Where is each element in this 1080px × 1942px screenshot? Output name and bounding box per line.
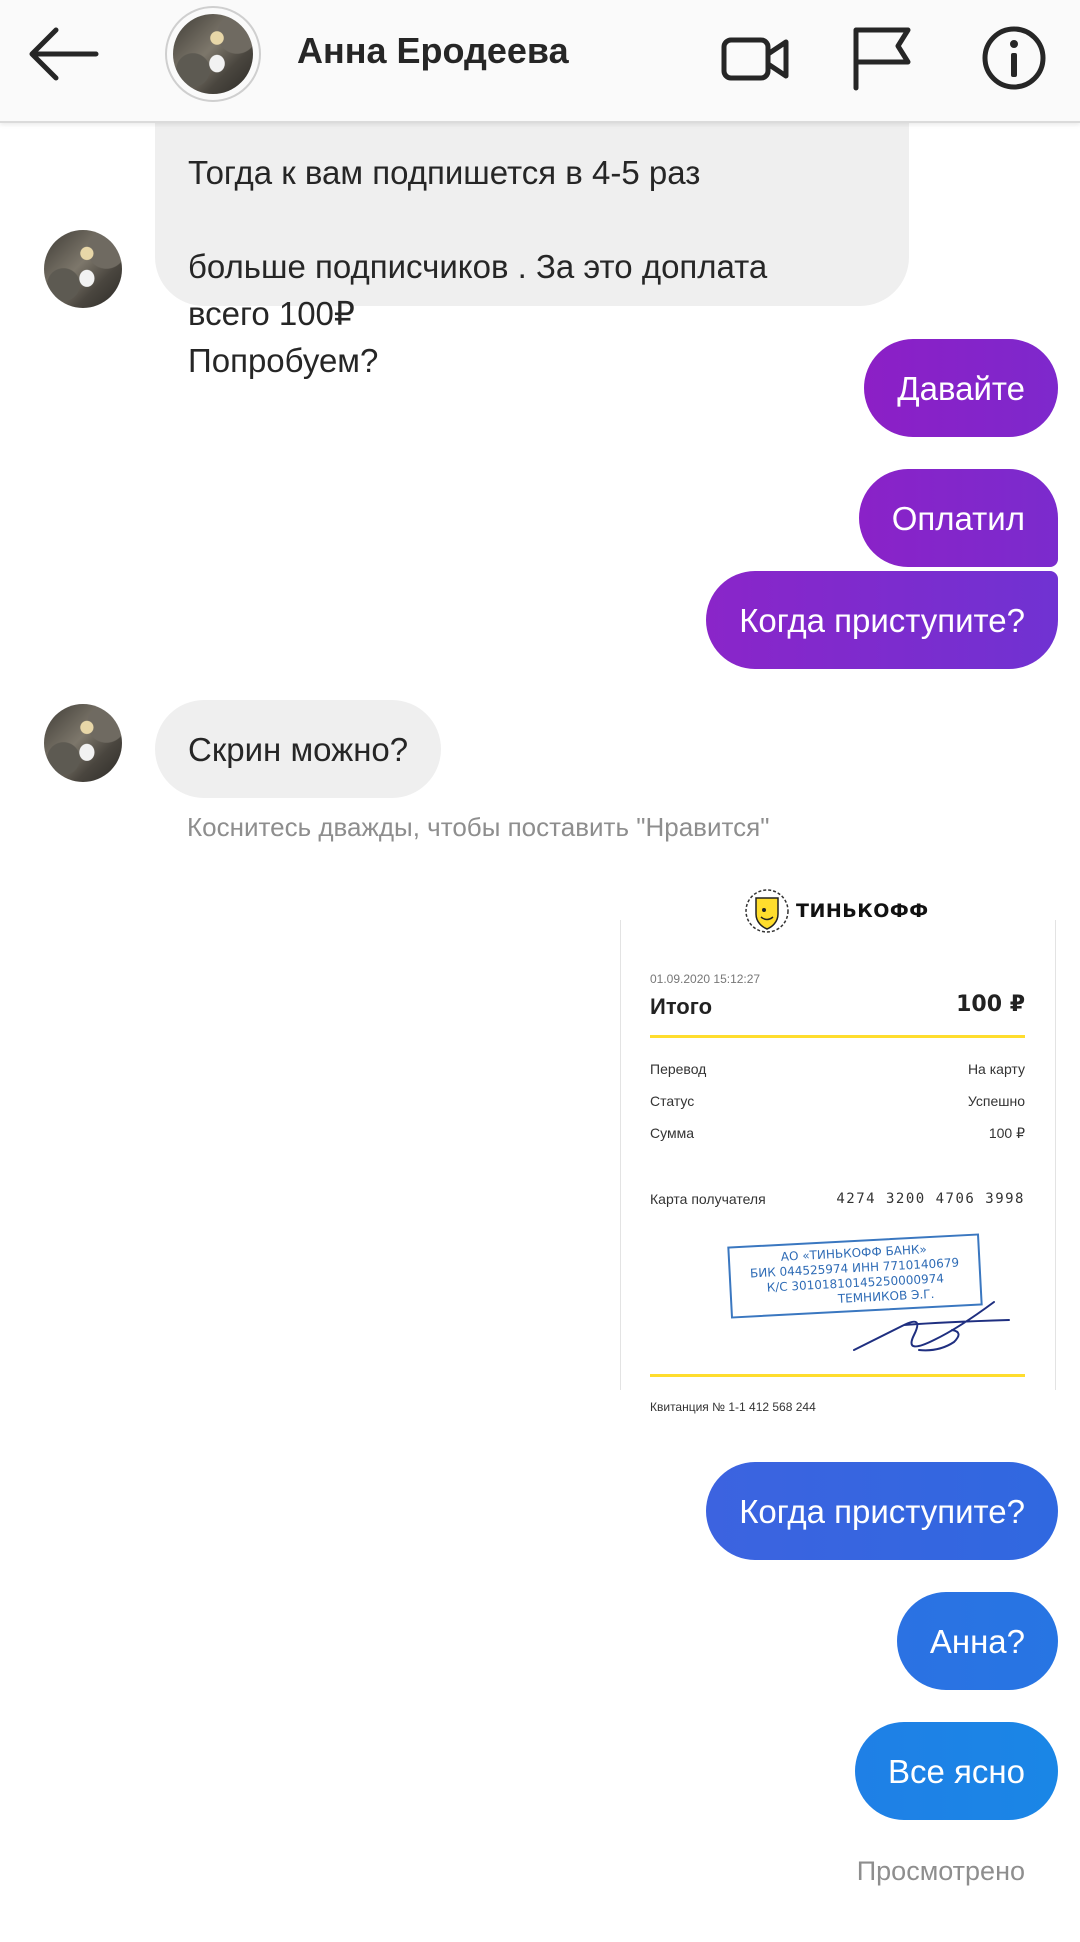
flag-icon[interactable] [846, 22, 918, 94]
seen-status: Просмотрено [856, 1856, 1025, 1886]
outgoing-message-text: Все ясно [888, 1752, 1025, 1790]
chat-header: Анна Еродеева [0, 0, 1080, 123]
receipt-row-value: 100 ₽ [988, 1125, 1025, 1141]
receipt-divider [650, 1035, 1025, 1038]
receipt-number: Квитанция № 1-1 412 568 244 [650, 1400, 816, 1414]
incoming-message-text: больше подписчиков . За это доплата всег… [188, 248, 768, 379]
receipt-row-label: Статус [650, 1093, 695, 1109]
avatar-photo [173, 14, 253, 94]
handwritten-signature [853, 1301, 1010, 1352]
outgoing-message[interactable]: Давайте [864, 339, 1058, 437]
receipt-divider [650, 1374, 1025, 1377]
receipt-row-label: Сумма [650, 1125, 694, 1141]
sender-avatar[interactable] [44, 704, 122, 782]
incoming-message-partial-line: Тогда к вам подпишется в 4-5 раз [188, 154, 701, 191]
outgoing-message[interactable]: Оплатил [858, 469, 1058, 567]
receipt-card-label: Карта получателя [650, 1191, 766, 1207]
outgoing-message[interactable]: Все ясно [855, 1722, 1058, 1820]
receipt-row-label: Перевод [650, 1061, 707, 1077]
outgoing-message-text: Когда приступите? [739, 1492, 1025, 1530]
tinkoff-shield-icon [745, 889, 789, 933]
sender-avatar[interactable] [44, 230, 122, 308]
outgoing-message-text: Оплатил [891, 499, 1025, 537]
outgoing-message-text: Давайте [897, 369, 1025, 407]
double-tap-like-hint: Коснитесь дважды, чтобы поставить "Нрави… [187, 812, 770, 842]
payment-receipt-image[interactable]: ТИНЬКОФФ 01.09.2020 15:12:27 Итого 100 ₽… [619, 880, 1056, 1428]
outgoing-message[interactable]: Когда приступите? [706, 1462, 1058, 1560]
receipt-card-number: 4274 3200 4706 3998 [836, 1191, 1025, 1207]
outgoing-message-text: Анна? [929, 1622, 1025, 1660]
tinkoff-logo: ТИНЬКОФФ [744, 888, 929, 934]
contact-avatar[interactable] [165, 6, 261, 102]
receipt-total-value: 100 ₽ [956, 992, 1025, 1017]
incoming-message-text: Скрин можно? [188, 730, 409, 768]
video-camera-icon[interactable] [720, 22, 792, 94]
outgoing-message[interactable]: Когда приступите? [706, 571, 1058, 669]
receipt-row-value: Успешно [967, 1093, 1025, 1109]
tinkoff-brand-text: ТИНЬКОФФ [796, 900, 929, 922]
receipt-row-value: На карту [967, 1061, 1025, 1077]
contact-name[interactable]: Анна Еродеева [297, 30, 569, 72]
incoming-message[interactable]: Скрин можно? [155, 700, 442, 798]
info-icon[interactable] [978, 22, 1050, 94]
outgoing-message[interactable]: Анна? [896, 1592, 1058, 1690]
receipt-datetime: 01.09.2020 15:12:27 [650, 972, 761, 986]
back-arrow-icon[interactable] [28, 24, 100, 84]
outgoing-message-text: Когда приступите? [739, 601, 1025, 639]
receipt-total-label: Итого [650, 994, 713, 1019]
